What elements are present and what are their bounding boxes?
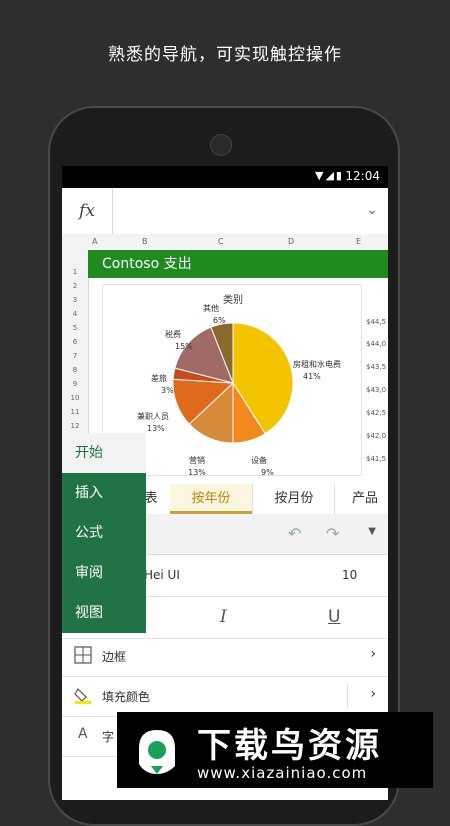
font-color-icon: A: [78, 726, 88, 742]
column-header[interactable]: B: [142, 237, 148, 246]
redo-icon[interactable]: ↷: [326, 524, 339, 543]
column-header[interactable]: A: [92, 237, 97, 246]
column-header[interactable]: C: [218, 237, 224, 246]
menu-item-review[interactable]: 审阅: [62, 553, 146, 593]
ribbon-dropdown-icon[interactable]: ▼: [368, 526, 376, 537]
watermark-title: 下载鸟资源: [197, 726, 382, 766]
slice-label: 差旅: [151, 373, 167, 383]
font-color-label: 字: [102, 730, 115, 744]
status-bar: ▼◢▮ 12:04: [62, 166, 388, 188]
chart-title: 类别: [223, 293, 243, 306]
slice-label: 税费: [165, 329, 181, 339]
menu-item-insert[interactable]: 插入: [62, 473, 146, 513]
tab-products[interactable]: 产品: [334, 484, 388, 514]
row-header[interactable]: 11: [62, 408, 88, 416]
column-header[interactable]: E: [356, 237, 361, 246]
slice-label: 营销: [189, 455, 205, 465]
sheet-title-cell[interactable]: Contoso 支出: [88, 250, 388, 278]
cell-value[interactable]: $44,5: [366, 318, 386, 326]
chevron-right-icon[interactable]: ›: [370, 646, 376, 662]
slice-label: 其他: [203, 303, 219, 313]
slice-percent: 9%: [261, 468, 274, 475]
slice-percent: 15%: [175, 342, 193, 351]
row-header[interactable]: 12: [62, 422, 88, 430]
tab-by-year[interactable]: 按年份: [170, 484, 252, 514]
row-header[interactable]: 4: [62, 310, 88, 318]
italic-button[interactable]: I: [220, 607, 227, 627]
borders-row[interactable]: 边框 ›: [62, 636, 388, 677]
row-header[interactable]: 1: [62, 268, 88, 276]
slice-percent: 6%: [213, 316, 226, 325]
phone-speaker: [210, 134, 232, 156]
column-headers: A B C D E: [62, 234, 388, 251]
row-header[interactable]: 5: [62, 324, 88, 332]
slice-percent: 41%: [303, 372, 321, 381]
row-header[interactable]: 2: [62, 282, 88, 290]
ribbon-menu: 开始 插入 公式 审阅 视图: [62, 433, 146, 633]
cell-value[interactable]: $42,5: [366, 409, 386, 417]
fx-icon[interactable]: fx: [62, 188, 113, 234]
status-time: 12:04: [345, 169, 380, 183]
chevron-right-icon[interactable]: ›: [370, 686, 376, 702]
cell-value[interactable]: $42,0: [366, 432, 386, 440]
row-header[interactable]: 7: [62, 352, 88, 360]
fill-color-icon: [74, 688, 91, 704]
font-name-select[interactable]: Hei UI: [144, 568, 180, 582]
menu-item-formulas[interactable]: 公式: [62, 513, 146, 553]
menu-item-home[interactable]: 开始: [62, 433, 146, 473]
watermark-logo: [139, 730, 175, 774]
tab-by-month[interactable]: 按月份: [252, 484, 335, 514]
borders-icon: [74, 646, 92, 664]
status-icons: ▼◢▮: [315, 169, 344, 182]
watermark: 下载鸟资源 www.xiazainiao.com: [117, 712, 433, 788]
slice-percent: 13%: [188, 468, 206, 475]
borders-label: 边框: [102, 650, 127, 664]
slice-label: 兼职人员: [137, 411, 169, 421]
undo-icon[interactable]: ↶: [288, 524, 301, 543]
row-header[interactable]: 9: [62, 380, 88, 388]
slice-label: 设备: [251, 455, 267, 465]
row-header[interactable]: 6: [62, 338, 88, 346]
cell-value[interactable]: $43,5: [366, 363, 386, 371]
watermark-url: www.xiazainiao.com: [197, 764, 368, 782]
slice-percent: 13%: [147, 424, 165, 433]
formula-bar[interactable]: fx ⌄: [62, 188, 388, 235]
fill-color-row[interactable]: 填充颜色 ›: [62, 676, 388, 717]
row-header[interactable]: 3: [62, 296, 88, 304]
cell-value[interactable]: $43,0: [366, 386, 386, 394]
tab-label: 表: [144, 491, 158, 506]
cell-value[interactable]: $41,5: [366, 455, 386, 463]
cell-value[interactable]: $44,0: [366, 340, 386, 348]
headline: 熟悉的导航，可实现触控操作: [108, 45, 342, 65]
row-header[interactable]: 10: [62, 394, 88, 402]
slice-label: 房租和水电费: [293, 359, 341, 369]
chevron-down-icon[interactable]: ⌄: [366, 202, 378, 218]
slice-percent: 3%: [161, 386, 174, 395]
menu-item-view[interactable]: 视图: [62, 593, 146, 633]
fill-color-label: 填充颜色: [102, 690, 151, 704]
font-size-select[interactable]: 10: [342, 568, 357, 582]
row-header[interactable]: 8: [62, 366, 88, 374]
underline-button[interactable]: U: [328, 607, 340, 627]
column-header[interactable]: D: [288, 237, 294, 246]
